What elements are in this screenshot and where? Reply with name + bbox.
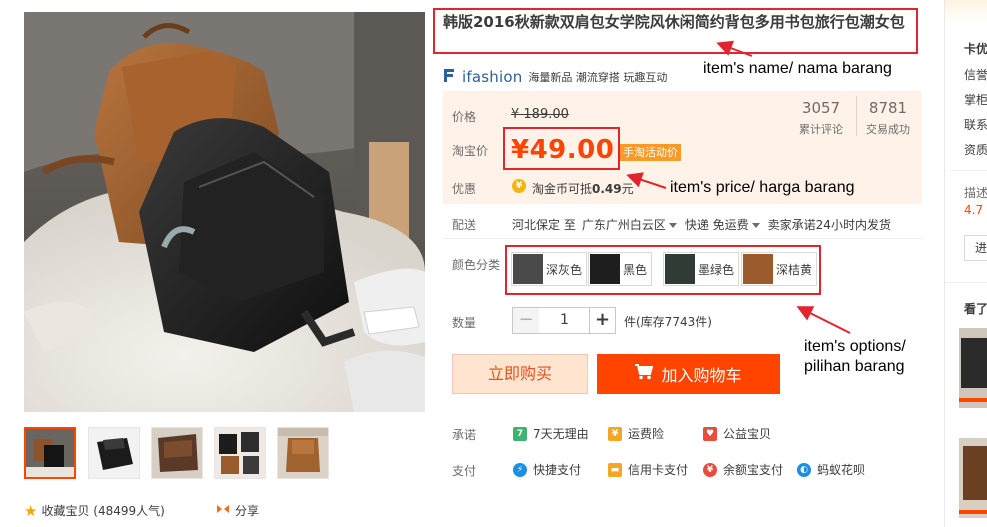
recommended-item-2[interactable]: [959, 438, 987, 518]
arrow-to-price: [626, 172, 667, 189]
arrow-to-name: [716, 40, 753, 57]
recommended-item-1[interactable]: [959, 328, 987, 408]
divider: [945, 282, 987, 283]
sidebar-item[interactable]: 掌柜: [964, 91, 987, 108]
sidebar-item[interactable]: 资质: [964, 141, 987, 158]
divider: [950, 170, 987, 171]
annotation-price: item's price/ harga barang: [670, 179, 855, 196]
recommended-image: [959, 438, 987, 518]
sidebar-item: 信誉: [964, 68, 987, 82]
desc-label: 描述: [964, 186, 987, 200]
annotation-name: item's name/ nama barang: [703, 60, 892, 77]
sidebar-item[interactable]: 联系: [964, 116, 987, 133]
sidebar-header-bg: [945, 0, 987, 22]
recommended-image: [959, 328, 987, 408]
arrow-to-options: [796, 306, 851, 334]
annotation-options-1: item's options/: [804, 338, 906, 355]
desc-score: 4.7: [964, 203, 984, 217]
enter-shop-button[interactable]: 进: [964, 235, 987, 261]
seen-also-title: 看了: [964, 302, 987, 316]
annotation-options-2: pilihan barang: [804, 358, 905, 375]
shop-name[interactable]: 卡优: [964, 40, 987, 57]
